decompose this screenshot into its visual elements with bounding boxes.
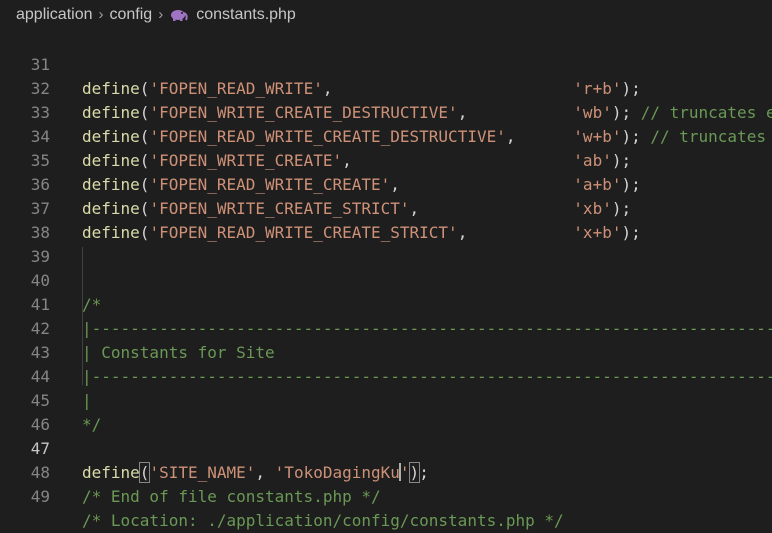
code-line[interactable]: 46 [0, 389, 772, 434]
code-line[interactable]: 38 [0, 197, 772, 242]
comment-text: /* End of file constants.php */ [82, 487, 381, 506]
code-line[interactable]: 45 */ [0, 365, 772, 434]
breadcrumb-config[interactable]: config [110, 6, 153, 24]
code-line[interactable]: 40 /* [0, 245, 772, 314]
code-line[interactable]: 39 [0, 221, 772, 266]
code-line[interactable]: 48 /* End of file constants.php */ [0, 437, 772, 506]
code-line[interactable]: 42 | Constants for Site [0, 293, 772, 362]
code-line[interactable]: 37 define('FOPEN_READ_WRITE_CREATE_STRIC… [0, 173, 772, 242]
code-editor[interactable]: 31 define('FOPEN_READ_WRITE', 'r+b'); 32… [0, 29, 772, 533]
code-line[interactable]: 36 define('FOPEN_WRITE_CREATE_STRICT', '… [0, 149, 772, 218]
line-number: 49 [30, 487, 50, 506]
code-line[interactable]: 33 define('FOPEN_READ_WRITE_CREATE_DESTR… [0, 77, 772, 146]
code-line[interactable]: 44 | [0, 341, 772, 410]
breadcrumb-application[interactable]: application [16, 6, 93, 24]
breadcrumb-file[interactable]: constants.php [196, 6, 296, 24]
chevron-right-icon: › [98, 6, 104, 23]
code-line[interactable]: 31 define('FOPEN_READ_WRITE', 'r+b'); [0, 29, 772, 98]
code-line[interactable]: 49 /* Location: ./application/config/con… [0, 461, 772, 530]
comment-text: /* Location: ./application/config/consta… [82, 511, 564, 530]
code-line[interactable]: 43 |------------------------------------… [0, 317, 772, 386]
code-line[interactable]: 34 define('FOPEN_WRITE_CREATE', 'ab'); [0, 101, 772, 170]
chevron-right-icon: › [158, 6, 164, 23]
code-line[interactable]: 41 |------------------------------------… [0, 269, 772, 338]
php-elephant-icon [171, 9, 188, 21]
breadcrumb: application › config › constants.php [0, 0, 772, 29]
code-line-active[interactable]: 47 define('SITE_NAME', 'TokoDagingKu'); [0, 413, 772, 483]
code-line[interactable]: 32 define('FOPEN_WRITE_CREATE_DESTRUCTIV… [0, 53, 772, 122]
code-line[interactable]: 35 define('FOPEN_READ_WRITE_CREATE', 'a+… [0, 125, 772, 194]
